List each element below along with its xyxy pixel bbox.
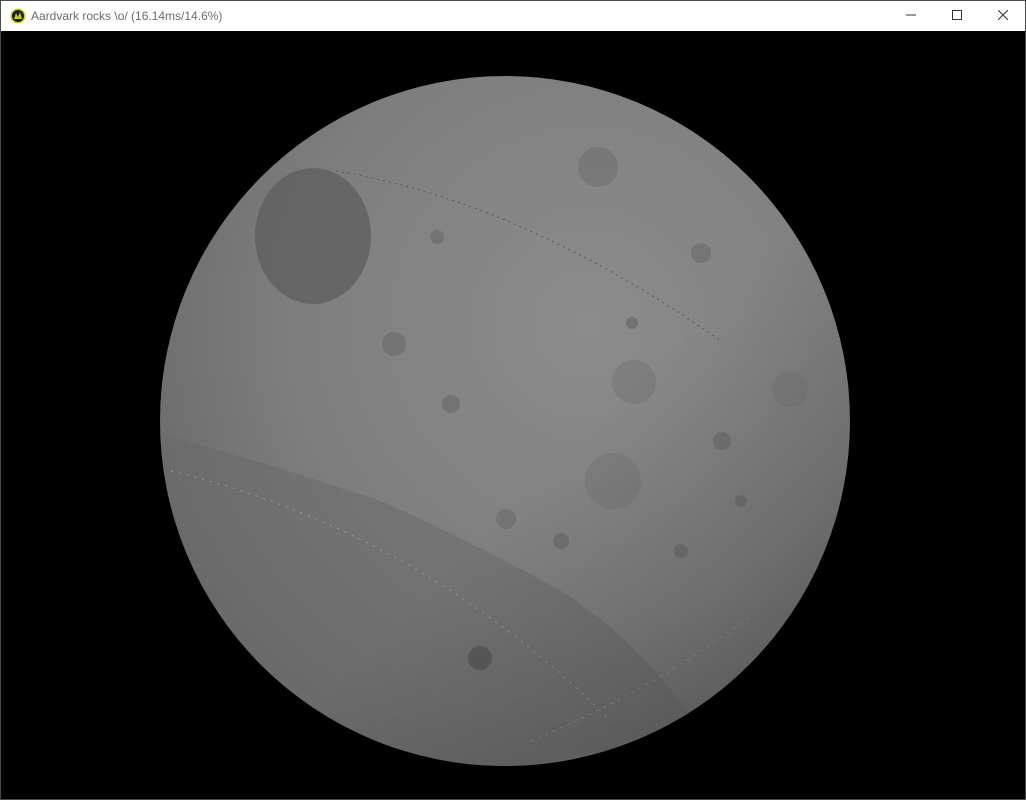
- title-bar[interactable]: Aardvark rocks \o/ (16.14ms/14.6%): [1, 1, 1025, 31]
- close-button[interactable]: [980, 1, 1026, 31]
- minimize-icon: [906, 7, 916, 25]
- app-window: Aardvark rocks \o/ (16.14ms/14.6%): [0, 0, 1026, 800]
- moon-surface-features: [160, 76, 850, 766]
- maximize-icon: [952, 7, 962, 25]
- moon-render: [160, 76, 850, 766]
- aardvark-logo-icon: [10, 8, 26, 24]
- window-title: Aardvark rocks \o/ (16.14ms/14.6%): [31, 9, 223, 23]
- render-viewport[interactable]: [1, 31, 1025, 799]
- minimize-button[interactable]: [888, 1, 934, 31]
- close-icon: [997, 7, 1009, 25]
- maximize-button[interactable]: [934, 1, 980, 31]
